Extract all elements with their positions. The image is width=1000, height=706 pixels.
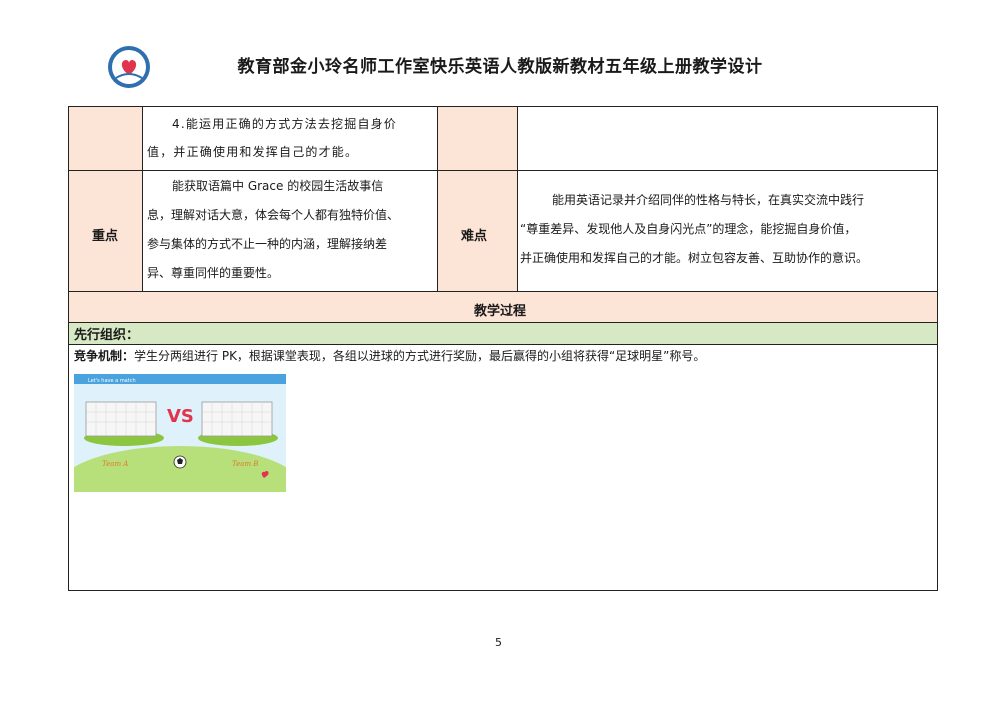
team-a-label: Team A (102, 460, 128, 468)
row-divider (69, 344, 937, 345)
row-divider (69, 291, 937, 292)
row-divider (69, 322, 937, 323)
difficult-points-label: 难点 (461, 229, 488, 244)
competition-paragraph: 竞争机制：学生分两组进行 PK，根据课堂表现，各组以进球的方式进行奖励，最后赢得… (74, 347, 705, 364)
page-number: 5 (495, 636, 502, 649)
column-divider (517, 107, 518, 291)
game-caption: Let's have a match (88, 378, 136, 384)
section-title: 先行组织： (74, 328, 140, 343)
key-points-line: 参与集体的方式不止一种的内涵，理解接纳差 (147, 237, 388, 251)
difficult-points-line: 能用英语记录并介绍同伴的性格与特长，在真实交流中践行 (552, 193, 865, 207)
difficult-points-line: 并正确使用和发挥自己的才能。树立包容友善、互助协作的意识。 (520, 251, 869, 265)
row-divider (69, 170, 937, 171)
goal-right (201, 401, 273, 437)
competition-label: 竞争机制： (74, 349, 135, 363)
team-b-label: Team B (232, 460, 258, 468)
competition-text: 学生分两组进行 PK，根据课堂表现，各组以进球的方式进行奖励，最后赢得的小组将获… (134, 349, 706, 363)
football-match-illustration: Let's have a match VS Team A Team B (74, 374, 286, 492)
row1-left-label-cell (69, 107, 142, 170)
studio-logo (108, 46, 150, 88)
key-points-line: 异、尊重同伴的重要性。 (147, 266, 280, 280)
document-title: 教育部金小玲名师工作室快乐英语人教版新教材五年级上册教学设计 (237, 57, 763, 77)
key-points-line: 息，理解对话大意，体会每个人都有独特价值、 (147, 208, 400, 222)
objective-line: 4.能运用正确的方式方法去挖掘自身价 (172, 117, 398, 131)
difficult-points-line: “尊重差异、发现他人及自身闪光点”的理念，能挖掘自身价值， (520, 222, 857, 236)
row1-mid-label-cell (437, 107, 517, 170)
column-divider (142, 107, 143, 291)
process-header: 教学过程 (474, 304, 527, 319)
goal-left (85, 401, 157, 437)
objective-line: 值，并正确使用和发挥自己的才能。 (147, 145, 359, 159)
column-divider (437, 107, 438, 291)
section-title-cell (69, 322, 937, 344)
key-points-label: 重点 (92, 229, 119, 244)
vs-label: VS (167, 406, 194, 427)
key-points-line: 能获取语篇中 Grace 的校园生活故事信 (172, 179, 384, 193)
